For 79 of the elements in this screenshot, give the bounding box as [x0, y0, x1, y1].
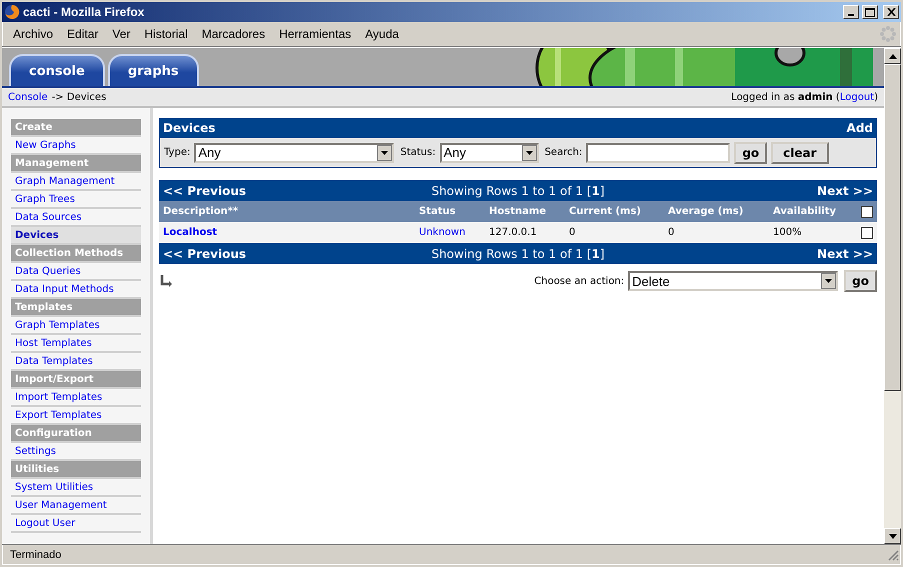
sidebar-heading: Utilities — [11, 461, 141, 479]
up-arrow-icon — [888, 54, 896, 58]
loading-indicator-icon — [879, 25, 897, 43]
action-select[interactable]: Delete — [628, 271, 838, 291]
add-link[interactable]: Add — [846, 121, 873, 135]
scrollbar-thumb[interactable] — [884, 64, 901, 391]
breadcrumb-current: -> Devices — [52, 92, 106, 102]
maximize-button[interactable] — [862, 5, 878, 19]
table-cell: 100% — [769, 222, 857, 243]
scroll-up-button[interactable] — [884, 48, 901, 64]
login-status: Logged in as admin (Logout) — [731, 92, 878, 102]
nav-tab[interactable]: graphs — [108, 54, 199, 86]
previous-link[interactable]: << Previous — [163, 246, 432, 260]
go-button[interactable]: go — [844, 270, 877, 292]
menu-item[interactable]: Archivo — [6, 27, 60, 41]
sidebar-item[interactable]: Logout User — [11, 515, 141, 533]
logout-link[interactable]: Logout — [840, 92, 874, 102]
sidebar-item[interactable]: Host Templates — [11, 335, 141, 353]
rows-summary: Showing Rows 1 to 1 of 1 [1] — [431, 246, 605, 260]
table-cell: 127.0.0.1 — [485, 222, 565, 243]
search-field[interactable] — [586, 142, 730, 162]
table-link[interactable]: Localhost — [159, 222, 415, 243]
close-icon — [886, 8, 896, 16]
select-all-checkbox[interactable] — [861, 206, 873, 218]
status-label: Status: — [400, 147, 436, 158]
column-header: Status — [415, 201, 485, 222]
row-checkbox[interactable] — [861, 226, 873, 238]
browser-logo-icon — [4, 4, 20, 20]
sidebar-item[interactable]: Graph Management — [11, 173, 141, 191]
column-header: Description** — [159, 201, 415, 222]
column-header: Availability — [769, 201, 857, 222]
nav-tab[interactable]: console — [9, 54, 105, 86]
sidebar-item[interactable]: Data Queries — [11, 263, 141, 281]
close-button[interactable] — [883, 5, 899, 19]
sidebar-heading: Create — [11, 119, 141, 137]
clear-button[interactable]: clear — [771, 142, 829, 164]
type-select[interactable]: Any — [194, 142, 394, 162]
menu-item[interactable]: Marcadores — [194, 27, 272, 41]
column-header: Average (ms) — [664, 201, 769, 222]
maximize-icon — [865, 8, 875, 16]
next-link[interactable]: Next >> — [817, 184, 873, 198]
sidebar-item[interactable]: Graph Trees — [11, 191, 141, 209]
menu-item[interactable]: Herramientas — [272, 27, 358, 41]
corner-arrow-icon — [159, 274, 173, 288]
window-title: cacti - Mozilla Firefox — [23, 5, 146, 19]
column-header: Current (ms) — [565, 201, 664, 222]
sidebar-heading: Import/Export — [11, 371, 141, 389]
resize-grip-icon — [887, 549, 899, 561]
table-cell: 0 — [664, 222, 769, 243]
type-label: Type: — [164, 147, 190, 158]
action-label: Choose an action: — [534, 276, 624, 286]
go-button[interactable]: go — [734, 142, 768, 164]
menu-item[interactable]: Editar — [60, 27, 106, 41]
sidebar-heading: Collection Methods — [11, 245, 141, 263]
table-link[interactable]: Unknown — [415, 222, 485, 243]
sidebar-item[interactable]: Import Templates — [11, 389, 141, 407]
sidebar-item[interactable]: Devices — [11, 227, 141, 245]
breadcrumb-link[interactable]: Console — [8, 92, 48, 102]
sidebar-heading: Management — [11, 155, 141, 173]
status-select[interactable]: Any — [440, 142, 539, 162]
sidebar-item[interactable]: System Utilities — [11, 479, 141, 497]
minimize-button[interactable] — [843, 5, 859, 19]
panel-title: Devices — [163, 121, 216, 135]
sidebar-heading: Templates — [11, 299, 141, 317]
rows-summary: Showing Rows 1 to 1 of 1 [1] — [431, 184, 605, 198]
menu-item[interactable]: Historial — [137, 27, 195, 41]
sidebar-heading: Configuration — [11, 425, 141, 443]
menu-item[interactable]: Ayuda — [358, 27, 406, 41]
status-text: Terminado — [9, 549, 62, 561]
sidebar-item[interactable]: Graph Templates — [11, 317, 141, 335]
search-label: Search: — [544, 147, 582, 158]
table-cell: 0 — [565, 222, 664, 243]
next-link[interactable]: Next >> — [817, 246, 873, 260]
down-arrow-icon — [888, 534, 896, 538]
sidebar-item[interactable]: User Management — [11, 497, 141, 515]
column-header: Hostname — [485, 201, 565, 222]
previous-link[interactable]: << Previous — [163, 184, 432, 198]
menu-item[interactable]: Ver — [105, 27, 138, 41]
scroll-down-button[interactable] — [884, 528, 901, 544]
